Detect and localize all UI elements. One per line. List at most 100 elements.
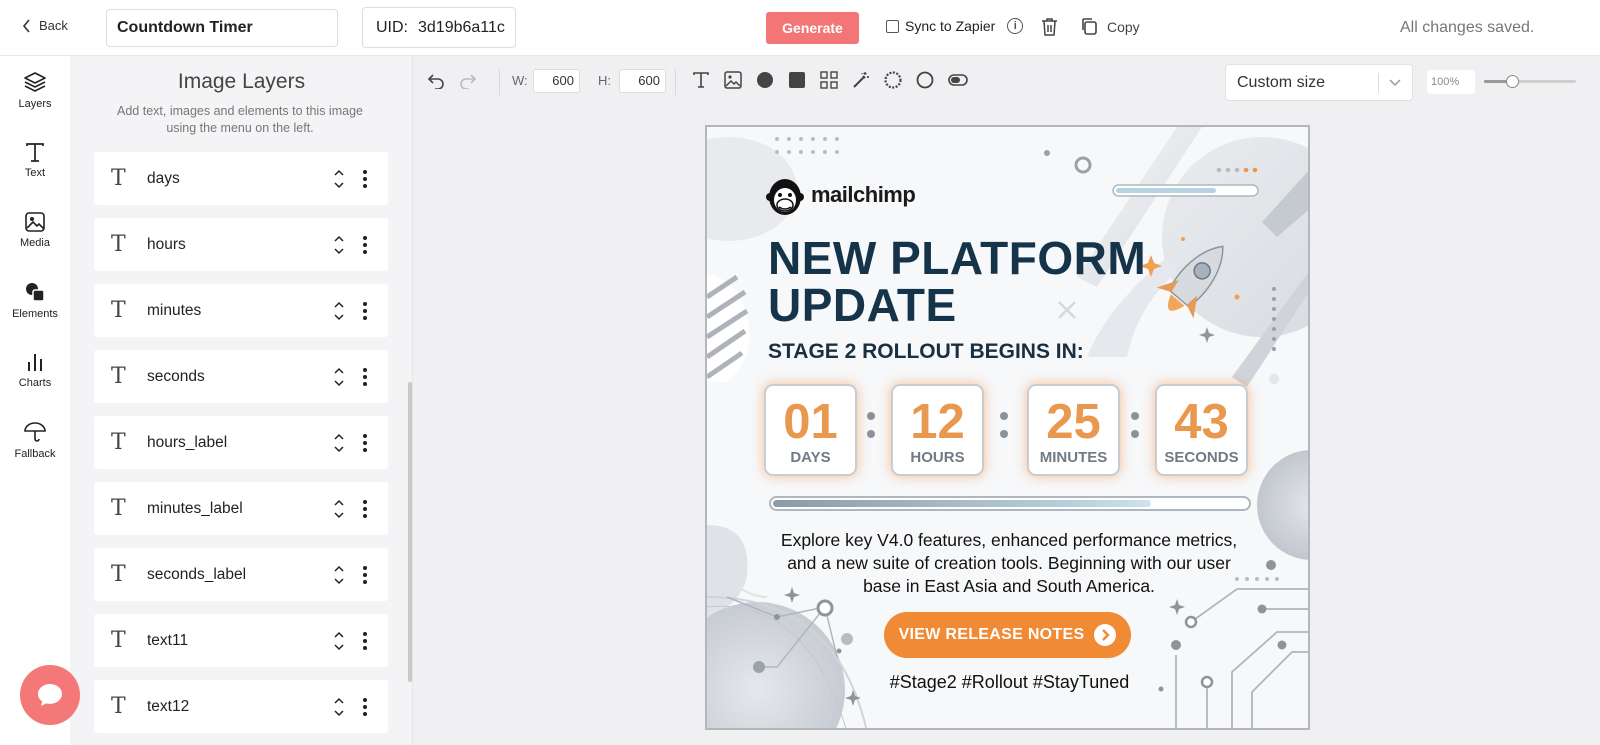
- text-layer-icon: T: [111, 364, 126, 389]
- reorder-handle[interactable]: [333, 697, 345, 717]
- seconds-label: SECONDS: [1164, 449, 1239, 466]
- zoom-input[interactable]: 100%: [1427, 70, 1475, 94]
- more-options-icon[interactable]: [363, 697, 367, 716]
- umbrella-icon: [24, 422, 46, 442]
- countdown-seconds[interactable]: 43 SECONDS: [1155, 384, 1248, 476]
- reorder-handle[interactable]: [333, 433, 345, 453]
- copy-button[interactable]: Copy: [1080, 17, 1140, 36]
- height-input[interactable]: 600: [619, 69, 666, 93]
- hashtags[interactable]: #Stage2 #Rollout #StayTuned: [707, 672, 1308, 693]
- add-circle-icon[interactable]: [756, 71, 774, 89]
- reorder-handle[interactable]: [333, 301, 345, 321]
- rail-item-fallback[interactable]: Fallback: [0, 406, 70, 474]
- add-image-icon[interactable]: [724, 71, 742, 89]
- copy-label: Copy: [1107, 18, 1140, 35]
- delete-button[interactable]: [1041, 17, 1058, 41]
- rail-item-charts[interactable]: Charts: [0, 336, 70, 404]
- layer-item[interactable]: Tdays: [94, 152, 388, 205]
- template-title-input[interactable]: [106, 9, 338, 47]
- back-button[interactable]: Back: [22, 18, 68, 33]
- more-options-icon[interactable]: [363, 565, 367, 584]
- headline-line-1: NEW PLATFORM: [768, 232, 1147, 284]
- reorder-handle[interactable]: [333, 631, 345, 651]
- top-bar: Back UID: 3d19b6a11c Generate Sync to Za…: [0, 0, 1600, 56]
- zoom-slider[interactable]: [1484, 75, 1576, 88]
- layer-item[interactable]: Tseconds_label: [94, 548, 388, 601]
- rail-item-media[interactable]: Media: [0, 196, 70, 264]
- zoom-slider-handle[interactable]: [1505, 75, 1519, 88]
- chevron-up-icon: [334, 169, 344, 176]
- dashed-circle-icon[interactable]: [884, 71, 902, 89]
- chat-launcher[interactable]: [20, 665, 80, 725]
- layer-name: days: [147, 169, 180, 187]
- body-line-3: base in East Asia and South America.: [863, 576, 1155, 596]
- select-divider: [1378, 73, 1379, 93]
- rail-item-elements[interactable]: Elements: [0, 266, 70, 334]
- layer-item[interactable]: Ttext11: [94, 614, 388, 667]
- layer-item[interactable]: Ttext12: [94, 680, 388, 733]
- chevron-up-icon: [334, 565, 344, 572]
- magic-wand-icon[interactable]: [852, 71, 870, 89]
- countdown-hours[interactable]: 12 HOURS: [891, 384, 984, 476]
- layer-item[interactable]: Tminutes_label: [94, 482, 388, 535]
- more-options-icon[interactable]: [363, 301, 367, 320]
- grid-icon[interactable]: [820, 71, 838, 89]
- reorder-handle[interactable]: [333, 235, 345, 255]
- info-icon[interactable]: i: [1007, 18, 1024, 34]
- toolbar-divider: [675, 69, 676, 95]
- layer-item[interactable]: Thours: [94, 218, 388, 271]
- reorder-handle[interactable]: [333, 565, 345, 585]
- redo-icon[interactable]: [459, 71, 477, 89]
- width-input[interactable]: 600: [533, 69, 580, 93]
- arrow-right-icon: [1094, 624, 1117, 646]
- layer-item[interactable]: Tminutes: [94, 284, 388, 337]
- more-options-icon[interactable]: [363, 433, 367, 452]
- chevron-down-icon: [334, 511, 344, 518]
- layer-name: minutes: [147, 301, 202, 319]
- reorder-handle[interactable]: [333, 169, 345, 189]
- chat-bubble-icon: [38, 684, 62, 706]
- undo-icon[interactable]: [427, 71, 445, 89]
- more-options-icon[interactable]: [363, 367, 367, 386]
- design-canvas[interactable]: mailchimp NEW PLATFORM UPDATE STAGE 2 RO…: [705, 125, 1310, 730]
- hours-value: 12: [910, 395, 965, 449]
- body-text[interactable]: Explore key V4.0 features, enhanced perf…: [759, 529, 1259, 598]
- countdown-subhead[interactable]: STAGE 2 ROLLOUT BEGINS IN:: [768, 340, 1084, 364]
- add-text-icon[interactable]: [692, 71, 710, 89]
- layer-item[interactable]: Tseconds: [94, 350, 388, 403]
- more-options-icon[interactable]: [363, 169, 367, 188]
- more-options-icon[interactable]: [363, 499, 367, 518]
- add-rectangle-icon[interactable]: [788, 71, 806, 89]
- brand-logo: mailchimp: [765, 173, 916, 217]
- more-options-icon[interactable]: [363, 631, 367, 650]
- toggle-icon[interactable]: [948, 71, 968, 89]
- rail-item-text[interactable]: Text: [0, 126, 70, 194]
- chevron-down-icon: [334, 313, 344, 320]
- canvas-toolbar: W: 600 H: 600 Custom size 100%: [413, 56, 1600, 106]
- cta-label: VIEW RELEASE NOTES: [898, 626, 1085, 643]
- chevron-up-icon: [334, 631, 344, 638]
- layer-name: minutes_label: [147, 499, 243, 517]
- rail-item-layers[interactable]: Layers: [0, 56, 70, 124]
- reorder-handle[interactable]: [333, 499, 345, 519]
- panel-scrollbar[interactable]: [408, 382, 412, 682]
- uid-box[interactable]: UID: 3d19b6a11c: [362, 7, 516, 48]
- colon-separator: [1000, 412, 1008, 448]
- view-release-notes-button[interactable]: VIEW RELEASE NOTES: [884, 612, 1131, 658]
- text-layer-icon: T: [111, 298, 126, 323]
- sync-checkbox[interactable]: [886, 19, 899, 33]
- size-preset-select[interactable]: Custom size: [1225, 64, 1413, 101]
- countdown-days[interactable]: 01 DAYS: [764, 384, 857, 476]
- reorder-handle[interactable]: [333, 367, 345, 387]
- countdown-minutes[interactable]: 25 MINUTES: [1027, 384, 1120, 476]
- generate-button[interactable]: Generate: [766, 12, 859, 44]
- days-label: DAYS: [790, 449, 831, 466]
- trash-icon: [1042, 18, 1057, 36]
- circle-outline-icon[interactable]: [916, 71, 934, 89]
- chevron-down-icon: [334, 643, 344, 650]
- more-options-icon[interactable]: [363, 235, 367, 254]
- colon-separator: [1131, 412, 1139, 448]
- layer-item[interactable]: Thours_label: [94, 416, 388, 469]
- headline[interactable]: NEW PLATFORM UPDATE: [768, 235, 1146, 329]
- sync-to-zapier[interactable]: Sync to Zapier i: [886, 18, 1024, 34]
